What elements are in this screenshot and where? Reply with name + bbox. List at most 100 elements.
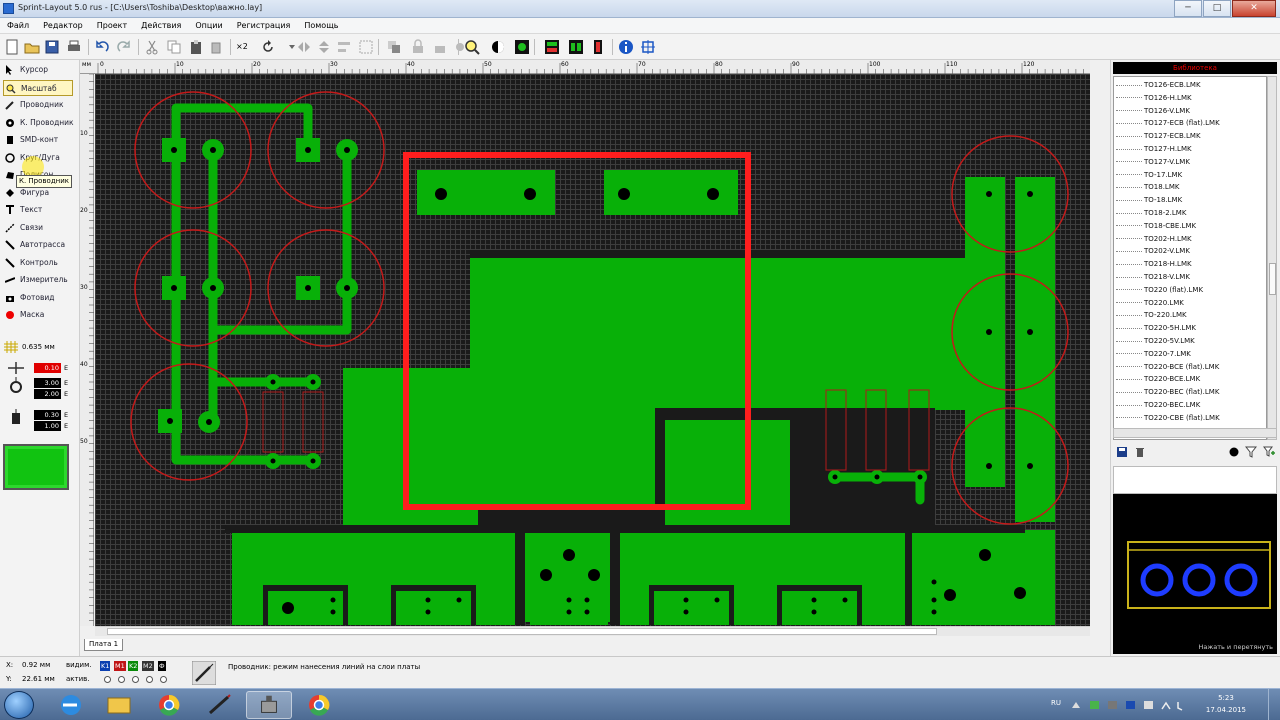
library-item[interactable]: TO18-CBE.LMK (1116, 220, 1196, 233)
clock[interactable]: 5:23 17.04.2015 (1206, 692, 1246, 716)
delete-icon[interactable] (1135, 447, 1145, 457)
menu-options[interactable]: Опции (188, 18, 229, 33)
start-button[interactable] (4, 691, 34, 719)
library-item[interactable]: TO126-ECB.LMK (1116, 79, 1201, 92)
tool-mask[interactable]: Маска (3, 307, 73, 323)
contrast-icon[interactable] (490, 39, 506, 55)
close-button[interactable]: ✕ (1232, 0, 1276, 17)
tool-measure[interactable]: Измеритель (3, 272, 73, 288)
tool-smd[interactable]: SMD-конт (3, 132, 73, 148)
scroll-thumb[interactable] (107, 628, 937, 635)
tool-links[interactable]: Связи (3, 220, 73, 236)
grid-value[interactable]: 0.635 мм (22, 343, 55, 351)
minimize-button[interactable]: ─ (1174, 0, 1202, 17)
pcb-canvas[interactable] (95, 74, 1090, 626)
active-layer-radio[interactable] (160, 676, 167, 683)
drill-icon[interactable] (568, 39, 584, 55)
library-item[interactable]: TO220.LMK (1116, 297, 1184, 310)
track-width-field[interactable]: 0.10 (34, 363, 61, 373)
open-folder-icon[interactable] (24, 39, 40, 55)
cut-icon[interactable] (144, 39, 160, 55)
library-item[interactable]: TO18-2.LMK (1116, 207, 1186, 220)
tool-photoview[interactable]: Фотовид (3, 290, 73, 306)
active-layer-radio[interactable] (104, 676, 111, 683)
menu-actions[interactable]: Действия (134, 18, 188, 33)
new-file-icon[interactable] (4, 39, 20, 55)
library-item[interactable]: TO126-H.LMK (1116, 92, 1192, 105)
pcb-layout[interactable] (95, 74, 1090, 626)
layer-m1-toggle[interactable]: M1 (114, 661, 126, 671)
library-item[interactable]: TO127-ECB.LMK (1116, 130, 1201, 143)
layer-f-toggle[interactable]: Ф (158, 661, 166, 671)
active-layer-radio[interactable] (118, 676, 125, 683)
unlock-icon[interactable] (432, 39, 448, 55)
undo-icon[interactable] (94, 39, 110, 55)
tool-zoom[interactable]: Масштаб (3, 80, 73, 96)
layer-view-icon[interactable] (514, 39, 530, 55)
zoom-factor-label[interactable]: ×2 (236, 39, 256, 55)
library-item[interactable]: TO218-H.LMK (1116, 258, 1192, 271)
tool-pad[interactable]: К. Проводник (3, 115, 74, 131)
library-item[interactable]: TO127-ECB (flat).LMK (1116, 117, 1220, 130)
export-icon[interactable] (590, 39, 606, 55)
tool-check[interactable]: Контроль (3, 255, 73, 271)
library-item[interactable]: TO126-V.LMK (1116, 105, 1190, 118)
scroll-thumb[interactable] (1269, 263, 1276, 295)
redo-icon[interactable] (116, 39, 132, 55)
component-preview[interactable]: Нажать и перетянуть (1113, 494, 1277, 654)
menu-file[interactable]: Файл (0, 18, 36, 33)
component-icon[interactable] (544, 39, 560, 55)
print-icon[interactable] (66, 39, 82, 55)
delete-icon[interactable] (208, 39, 224, 55)
bring-front-icon[interactable] (386, 39, 402, 55)
align-icon[interactable] (336, 39, 352, 55)
library-item[interactable]: TO220-BEC.LMK (1116, 399, 1200, 412)
language-indicator[interactable]: RU (1051, 699, 1061, 707)
ie-icon[interactable] (48, 691, 94, 719)
board-tab[interactable]: Плата 1 (84, 639, 124, 651)
chrome-icon[interactable] (296, 691, 342, 719)
tool-cursor[interactable]: Курсор (3, 62, 73, 78)
lock-icon[interactable] (410, 39, 426, 55)
library-item[interactable]: TO220-BCE (flat).LMK (1116, 361, 1219, 374)
library-item[interactable]: TO220-BEC (flat).LMK (1116, 386, 1219, 399)
layer-k1-toggle[interactable]: K1 (100, 661, 111, 671)
library-item[interactable]: TO127-V.LMK (1116, 156, 1190, 169)
library-item[interactable]: TO-220.LMK (1116, 309, 1187, 322)
pad-outer-field[interactable]: 3.00 (34, 378, 61, 388)
active-layer-radio[interactable] (132, 676, 139, 683)
tool-autoroute[interactable]: Автотрасса (3, 237, 73, 253)
library-vscroll[interactable] (1267, 76, 1277, 440)
library-item[interactable]: TO202-V.LMK (1116, 245, 1190, 258)
explorer-icon[interactable] (96, 691, 142, 719)
rotate-icon[interactable] (260, 39, 276, 55)
save-icon[interactable] (44, 39, 60, 55)
library-item[interactable]: TO220-BCE.LMK (1116, 373, 1200, 386)
active-layer-radio[interactable] (146, 676, 153, 683)
library-item[interactable]: TO220-7.LMK (1116, 348, 1191, 361)
tool-app-icon[interactable] (246, 691, 292, 719)
layer-k2-toggle[interactable]: K2 (128, 661, 139, 671)
library-item[interactable]: TO220-5H.LMK (1116, 322, 1196, 335)
tray-icons[interactable] (1070, 698, 1190, 712)
save-icon[interactable] (1117, 447, 1127, 457)
horizontal-scrollbar[interactable] (95, 626, 1090, 636)
menu-registration[interactable]: Регистрация (230, 18, 298, 33)
library-item[interactable]: TO18.LMK (1116, 181, 1179, 194)
library-item[interactable]: TO220 (flat).LMK (1116, 284, 1203, 297)
library-item[interactable]: TO202-H.LMK (1116, 233, 1192, 246)
smd-height-field[interactable]: 1.00 (34, 421, 61, 431)
menu-project[interactable]: Проект (90, 18, 134, 33)
pad-inner-field[interactable]: 2.00 (34, 389, 61, 399)
layer-m2-toggle[interactable]: M2 (142, 661, 154, 671)
mirror-v-icon[interactable] (316, 39, 332, 55)
library-item[interactable]: TO218-V.LMK (1116, 271, 1190, 284)
paste-icon[interactable] (188, 39, 204, 55)
group-icon[interactable] (358, 39, 374, 55)
library-list[interactable]: TO126-ECB.LMK TO126-H.LMK TO126-V.LMK TO127… (1113, 76, 1267, 440)
library-item[interactable]: TO220-CBE (flat).LMK (1116, 412, 1220, 425)
info-icon[interactable] (618, 39, 634, 55)
library-hscroll[interactable] (1113, 428, 1277, 438)
pad-icon[interactable] (1229, 447, 1239, 457)
menu-edit[interactable]: Редактор (36, 18, 90, 33)
